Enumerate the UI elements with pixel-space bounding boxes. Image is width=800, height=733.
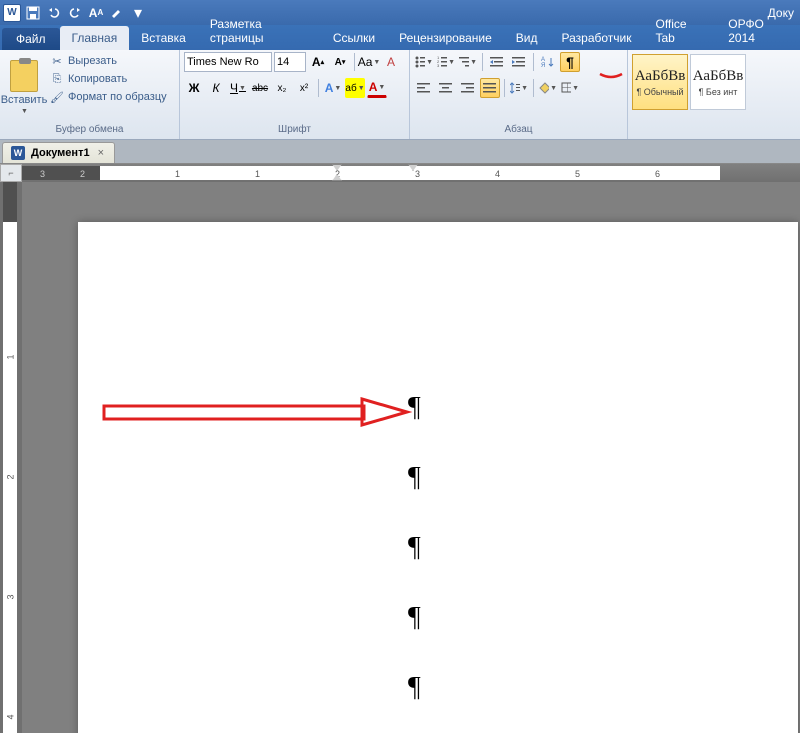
vertical-ruler[interactable]: 1 2 3 4 bbox=[0, 182, 22, 733]
copy-icon: ⎘ bbox=[50, 72, 64, 86]
pilcrow-mark: ¶ bbox=[408, 462, 421, 494]
document-tab-label: Документ1 bbox=[31, 147, 90, 159]
borders-button[interactable]: ▼ bbox=[560, 78, 580, 98]
font-group-label: Шрифт bbox=[184, 122, 405, 137]
font-name-select[interactable] bbox=[184, 52, 272, 72]
multilevel-list-button[interactable]: ▼ bbox=[458, 52, 478, 72]
style-preview: АаБбВв bbox=[693, 68, 744, 85]
font-color-button[interactable]: A▼ bbox=[367, 78, 387, 98]
svg-text:Я: Я bbox=[541, 63, 545, 68]
font-group: A▴ A▾ Aa▼ A Ж К Ч▼ abc x₂ x² A▼ aб▼ A▼ Ш… bbox=[180, 50, 410, 139]
first-line-indent-marker[interactable] bbox=[332, 164, 342, 171]
paragraph-group: ▼ 123▼ ▼ AЯ ¶ ▼ ▼ ▼ Абза bbox=[410, 50, 628, 139]
ribbon: Вставить ▼ ✂ Вырезать ⎘ Копировать 🖌 Формат… bbox=[0, 50, 800, 140]
ribbon-tabs: Файл Главная Вставка Разметка страницы С… bbox=[0, 25, 800, 50]
scissors-icon: ✂ bbox=[50, 54, 64, 68]
grow-font-button[interactable]: A▴ bbox=[308, 52, 328, 72]
tab-references[interactable]: Ссылки bbox=[321, 26, 387, 50]
tab-review[interactable]: Рецензирование bbox=[387, 26, 504, 50]
justify-button[interactable] bbox=[480, 78, 500, 98]
italic-button[interactable]: К bbox=[206, 78, 226, 98]
paragraph-group-label: Абзац bbox=[414, 122, 623, 137]
qat-font-icon[interactable]: AA bbox=[86, 3, 106, 23]
pilcrow-mark: ¶ bbox=[408, 392, 421, 424]
pilcrow-mark: ¶ bbox=[408, 672, 421, 704]
shrink-font-button[interactable]: A▾ bbox=[330, 52, 350, 72]
svg-text:3: 3 bbox=[437, 63, 440, 68]
line-spacing-button[interactable]: ▼ bbox=[509, 78, 529, 98]
clear-format-button[interactable]: A bbox=[381, 52, 401, 72]
style-no-spacing-label: ¶ Без инт bbox=[699, 87, 738, 97]
chevron-down-icon: ▼ bbox=[21, 108, 28, 115]
subscript-button[interactable]: x₂ bbox=[272, 78, 292, 98]
paste-button[interactable]: Вставить ▼ bbox=[4, 52, 44, 122]
align-right-button[interactable] bbox=[458, 78, 478, 98]
style-preview: АаБбВв bbox=[635, 68, 686, 85]
copy-button[interactable]: ⎘ Копировать bbox=[46, 70, 171, 88]
hanging-indent-marker[interactable] bbox=[332, 174, 342, 181]
decrease-indent-button[interactable] bbox=[487, 52, 507, 72]
brush-icon: 🖌 bbox=[50, 90, 64, 104]
app-icon[interactable]: W bbox=[2, 3, 22, 23]
tab-insert[interactable]: Вставка bbox=[129, 26, 198, 50]
undo-icon[interactable] bbox=[44, 3, 64, 23]
pilcrow-mark: ¶ bbox=[408, 532, 421, 564]
tab-home[interactable]: Главная bbox=[60, 26, 130, 50]
change-case-button[interactable]: Aa▼ bbox=[359, 52, 379, 72]
horizontal-ruler[interactable]: 3 2 1 1 2 3 4 5 6 bbox=[22, 164, 800, 182]
file-tab[interactable]: Файл bbox=[2, 28, 60, 50]
tab-developer[interactable]: Разработчик bbox=[550, 26, 644, 50]
document-page[interactable]: ¶ ¶ ¶ ¶ ¶ bbox=[78, 222, 798, 733]
show-pilcrow-button[interactable]: ¶ bbox=[560, 52, 580, 72]
bold-button[interactable]: Ж bbox=[184, 78, 204, 98]
workspace: 1 2 3 4 ¶ ¶ ¶ ¶ ¶ bbox=[0, 182, 800, 733]
align-left-button[interactable] bbox=[414, 78, 434, 98]
paste-label: Вставить bbox=[1, 94, 48, 106]
bullets-button[interactable]: ▼ bbox=[414, 52, 434, 72]
tab-view[interactable]: Вид bbox=[504, 26, 550, 50]
style-no-spacing[interactable]: АаБбВв ¶ Без инт bbox=[690, 54, 746, 110]
align-center-button[interactable] bbox=[436, 78, 456, 98]
pilcrow-mark: ¶ bbox=[408, 602, 421, 634]
format-painter-button[interactable]: 🖌 Формат по образцу bbox=[46, 88, 171, 106]
underline-button[interactable]: Ч▼ bbox=[228, 78, 248, 98]
styles-group: АаБбВв ¶ Обычный АаБбВв ¶ Без инт bbox=[628, 50, 798, 139]
clipboard-group-label: Буфер обмена bbox=[4, 122, 175, 137]
ruler-area: ⌐ 3 2 1 1 2 3 4 5 6 bbox=[0, 164, 800, 182]
shading-button[interactable]: ▼ bbox=[538, 78, 558, 98]
superscript-button[interactable]: x² bbox=[294, 78, 314, 98]
highlight-button[interactable]: aб▼ bbox=[345, 78, 365, 98]
document-canvas[interactable]: ¶ ¶ ¶ ¶ ¶ bbox=[22, 182, 800, 733]
font-size-select[interactable] bbox=[274, 52, 306, 72]
tab-office-tab[interactable]: Office Tab bbox=[643, 12, 716, 50]
document-tabs: W Документ1 × bbox=[0, 140, 800, 164]
qat-highlight-icon[interactable] bbox=[107, 3, 127, 23]
tab-orfo[interactable]: ОРФО 2014 bbox=[716, 12, 800, 50]
increase-indent-button[interactable] bbox=[509, 52, 529, 72]
strike-button[interactable]: abc bbox=[250, 78, 270, 98]
quick-access-toolbar: W AA ▾ bbox=[2, 3, 148, 23]
style-normal-label: ¶ Обычный bbox=[636, 87, 683, 97]
format-painter-label: Формат по образцу bbox=[68, 91, 167, 103]
clipboard-group: Вставить ▼ ✂ Вырезать ⎘ Копировать 🖌 Формат… bbox=[0, 50, 180, 139]
ruler-corner[interactable]: ⌐ bbox=[0, 164, 22, 182]
cut-button[interactable]: ✂ Вырезать bbox=[46, 52, 171, 70]
close-tab-icon[interactable]: × bbox=[96, 147, 106, 159]
cut-label: Вырезать bbox=[68, 55, 117, 67]
style-normal[interactable]: АаБбВв ¶ Обычный bbox=[632, 54, 688, 110]
qat-dropdown-icon[interactable]: ▾ bbox=[128, 3, 148, 23]
paste-icon bbox=[10, 60, 38, 92]
copy-label: Копировать bbox=[68, 73, 127, 85]
document-tab[interactable]: W Документ1 × bbox=[2, 142, 115, 163]
word-doc-icon: W bbox=[11, 146, 25, 160]
save-icon[interactable] bbox=[23, 3, 43, 23]
tab-page-layout[interactable]: Разметка страницы bbox=[198, 12, 321, 50]
text-effects-button[interactable]: A▼ bbox=[323, 78, 343, 98]
sort-button[interactable]: AЯ bbox=[538, 52, 558, 72]
redo-icon[interactable] bbox=[65, 3, 85, 23]
numbering-button[interactable]: 123▼ bbox=[436, 52, 456, 72]
